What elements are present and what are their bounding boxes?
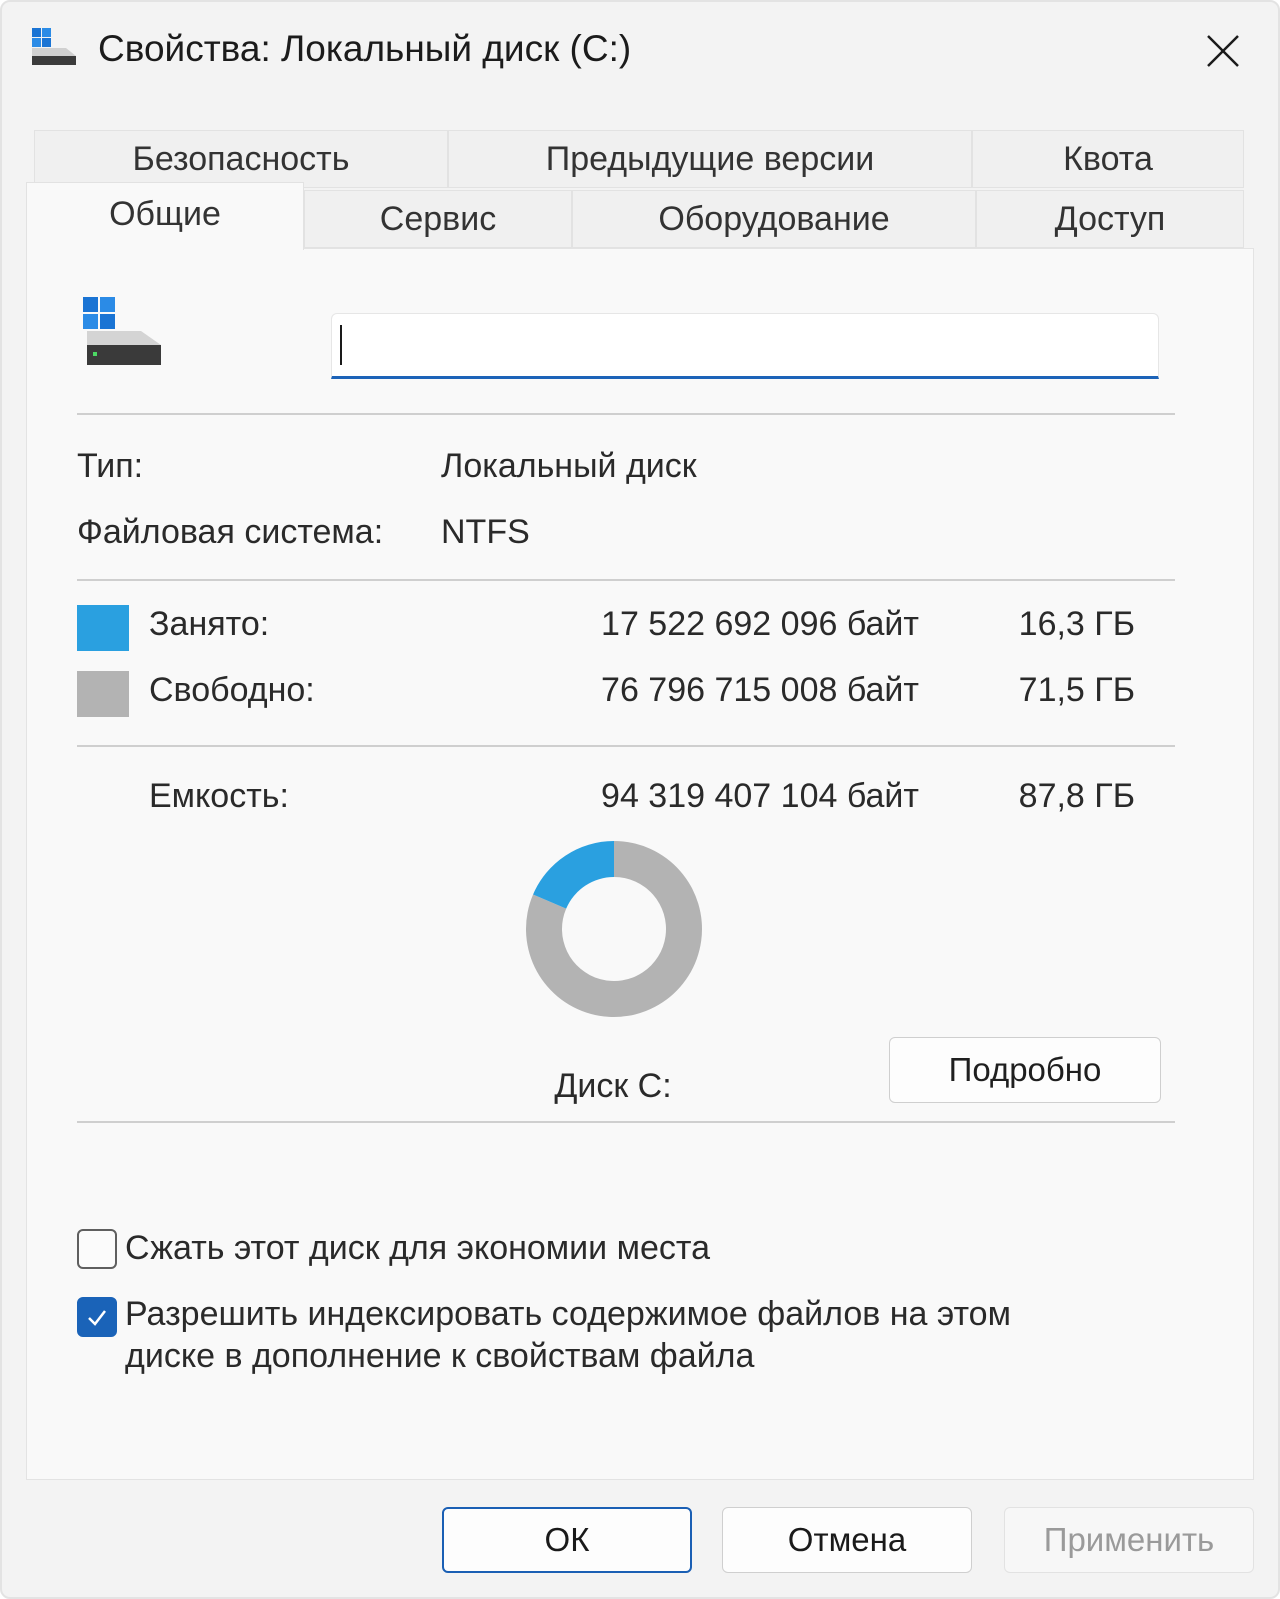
used-space-swatch — [77, 605, 129, 651]
tab-label: Предыдущие версии — [545, 139, 875, 178]
capacity-bytes: 94 319 407 104 байт — [601, 777, 919, 815]
tab-security[interactable]: Безопасность — [34, 130, 448, 188]
tab-label: Квота — [1063, 139, 1153, 178]
close-button[interactable] — [1198, 26, 1248, 76]
filesystem-label: Файловая система: — [77, 513, 384, 551]
close-icon — [1207, 35, 1239, 67]
apply-button[interactable]: Применить — [1004, 1507, 1254, 1573]
cancel-button[interactable]: Отмена — [722, 1507, 972, 1573]
free-space-swatch — [77, 671, 129, 717]
compress-checkbox-label[interactable]: Сжать этот диск для экономии места — [125, 1227, 1185, 1269]
cancel-button-label: Отмена — [787, 1521, 907, 1558]
text-caret — [340, 325, 342, 365]
tab-tools[interactable]: Сервис — [304, 190, 572, 248]
separator — [77, 579, 1175, 581]
capacity-size: 87,8 ГБ — [1018, 777, 1135, 815]
used-space-bytes: 17 522 692 096 байт — [601, 605, 919, 643]
tab-previous-versions[interactable]: Предыдущие версии — [448, 130, 972, 188]
separator — [77, 1121, 1175, 1123]
index-checkbox[interactable] — [77, 1297, 117, 1337]
disk-usage-donut — [526, 841, 702, 1017]
drive-icon — [83, 297, 161, 365]
details-button-label: Подробно — [948, 1051, 1102, 1088]
tab-label: Оборудование — [658, 199, 890, 238]
type-label: Тип: — [77, 447, 144, 485]
free-space-bytes: 76 796 715 008 байт — [601, 671, 919, 709]
tab-label: Сервис — [379, 199, 497, 238]
checkmark-icon — [88, 1310, 106, 1326]
free-space-label: Свободно: — [149, 671, 315, 709]
filesystem-value: NTFS — [441, 513, 530, 551]
used-space-label: Занято: — [149, 605, 270, 643]
tab-label: Доступ — [1054, 199, 1166, 238]
compress-checkbox[interactable] — [77, 1229, 117, 1269]
type-value: Локальный диск — [441, 447, 697, 485]
tab-label: Безопасность — [132, 139, 350, 178]
ok-button[interactable]: ОК — [442, 1507, 692, 1573]
properties-dialog: Свойства: Локальный диск (C:) Безопаснос… — [0, 0, 1280, 1599]
window-title: Свойства: Локальный диск (C:) — [98, 28, 632, 69]
index-checkbox-label[interactable]: Разрешить индексировать содержимое файло… — [125, 1293, 1085, 1377]
tab-label: Общие — [109, 195, 221, 233]
separator — [77, 413, 1175, 415]
free-space-size: 71,5 ГБ — [1018, 671, 1135, 709]
drive-name-input[interactable] — [331, 313, 1159, 379]
details-button[interactable]: Подробно — [889, 1037, 1161, 1103]
tab-general[interactable]: Общие — [26, 182, 304, 250]
tab-hardware[interactable]: Оборудование — [572, 190, 976, 248]
general-tab-panel: Тип: Локальный диск Файловая система: NT… — [26, 248, 1254, 1480]
capacity-label: Емкость: — [149, 777, 289, 815]
ok-button-label: ОК — [544, 1521, 590, 1558]
tab-sharing[interactable]: Доступ — [976, 190, 1244, 248]
separator — [77, 745, 1175, 747]
donut-used-segment — [533, 841, 614, 909]
used-space-size: 16,3 ГБ — [1018, 605, 1135, 643]
apply-button-label: Применить — [1043, 1521, 1215, 1558]
tab-quota[interactable]: Квота — [972, 130, 1244, 188]
title-bar[interactable]: Свойства: Локальный диск (C:) — [2, 2, 1278, 102]
drive-icon — [32, 28, 76, 65]
